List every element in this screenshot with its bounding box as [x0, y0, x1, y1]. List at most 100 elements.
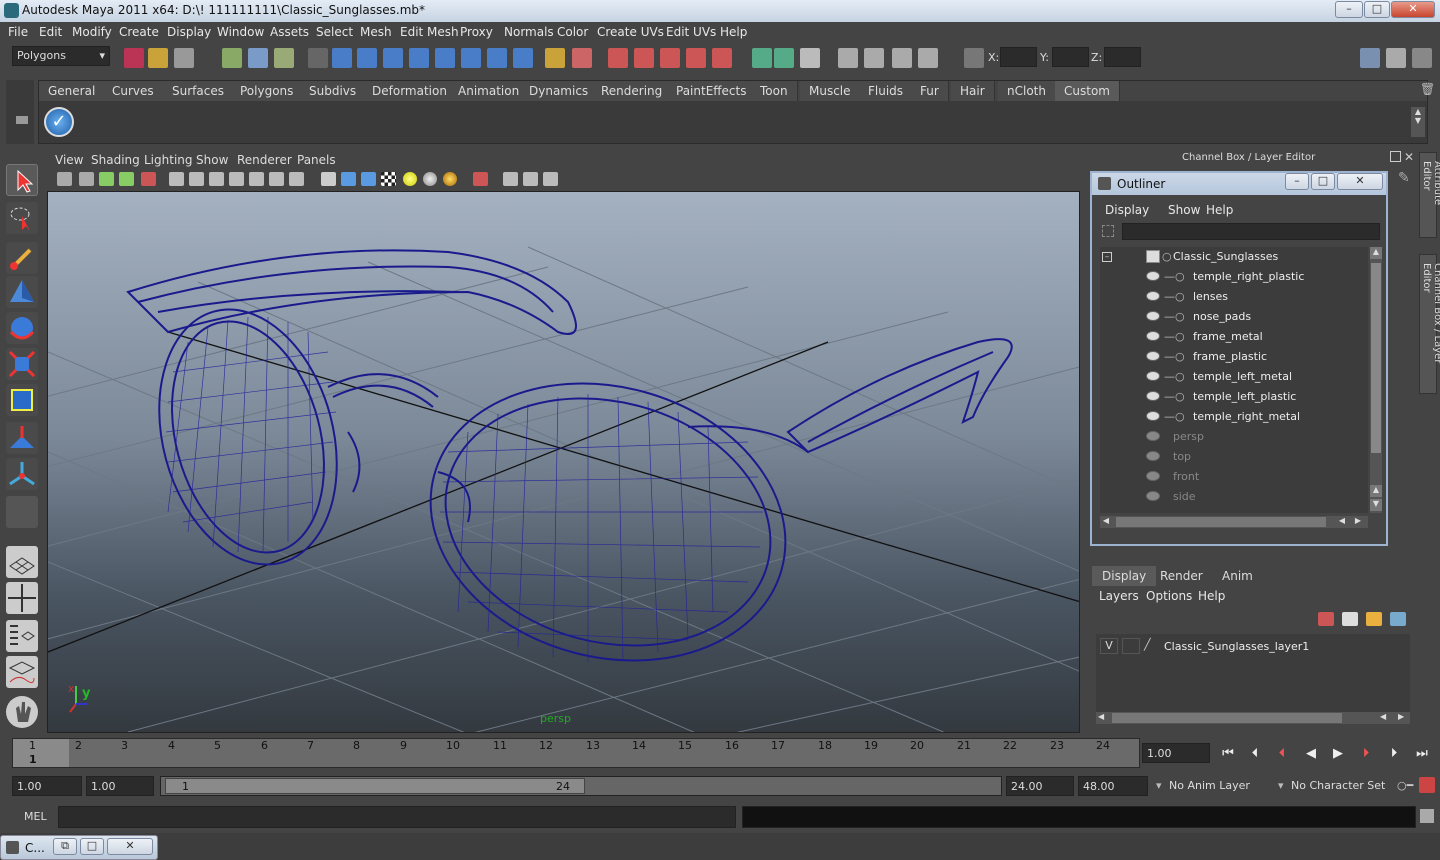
render-region-icon[interactable]: [838, 48, 858, 68]
layer-menu-options[interactable]: Options: [1146, 589, 1192, 603]
four-view-layout-icon[interactable]: [6, 582, 38, 614]
shelf-tab-muscle[interactable]: Muscle: [800, 81, 861, 101]
render-settings-icon[interactable]: [660, 48, 680, 68]
ipr-render-icon[interactable]: [634, 48, 654, 68]
shelf-tab-surfaces[interactable]: Surfaces: [163, 81, 234, 101]
menu-create-uvs[interactable]: Create UVs: [597, 25, 664, 39]
input-ops-icon[interactable]: [572, 48, 592, 68]
step-forward-key-icon[interactable]: ⏵: [1357, 746, 1375, 764]
scroll-down-icon[interactable]: ▼: [1370, 499, 1382, 511]
select-hierarchy-icon[interactable]: [222, 48, 242, 68]
h-scroll-thumb[interactable]: [1116, 517, 1326, 527]
minimize-button[interactable]: –: [1335, 1, 1363, 18]
outliner-menu-display[interactable]: Display: [1105, 203, 1149, 217]
custom-layout-icon[interactable]: [6, 696, 38, 728]
viewport-menu-shading[interactable]: Shading: [91, 153, 140, 167]
scroll-left-icon[interactable]: ◀: [1380, 712, 1386, 721]
outliner-vertical-scrollbar[interactable]: ▲ ▲ ▼: [1370, 247, 1382, 513]
new-layer-selected-icon[interactable]: [1390, 612, 1406, 626]
go-to-start-icon[interactable]: ⏮: [1219, 746, 1237, 764]
outliner-search-input[interactable]: [1122, 223, 1380, 240]
menu-window[interactable]: Window: [217, 25, 264, 39]
lock-icon[interactable]: [545, 48, 565, 68]
close-button[interactable]: ✕: [1391, 1, 1435, 18]
new-layer-icon[interactable]: [1366, 612, 1382, 626]
layer-type-toggle[interactable]: [1122, 638, 1140, 654]
camera-select-icon[interactable]: [57, 172, 72, 186]
snap-surface-icon[interactable]: [435, 48, 455, 68]
layer-horizontal-scrollbar[interactable]: ◀ ◀ ▶: [1096, 712, 1410, 724]
select-tool-icon[interactable]: [6, 164, 38, 196]
smooth-shading-icon[interactable]: [341, 172, 356, 186]
snap-curve-icon[interactable]: [357, 48, 377, 68]
attribute-editor-side-tab[interactable]: Attribute Editor: [1419, 152, 1440, 238]
attribute-editor-toggle-icon[interactable]: [1412, 48, 1432, 68]
go-to-end-icon[interactable]: ⏭: [1413, 746, 1431, 764]
xray-icon[interactable]: [503, 172, 518, 186]
shelf-tab-fluids[interactable]: Fluids: [859, 81, 914, 101]
menu-normals[interactable]: Normals: [504, 25, 554, 39]
field-chart-icon[interactable]: [249, 172, 264, 186]
y-field[interactable]: [1052, 47, 1089, 67]
move-tool-icon[interactable]: [6, 276, 38, 308]
resolution-gate-icon[interactable]: [209, 172, 224, 186]
wireframe-on-shaded-icon[interactable]: [361, 172, 376, 186]
menu-edit-uvs[interactable]: Edit UVs: [666, 25, 716, 39]
tool-settings-toggle-icon[interactable]: [1386, 48, 1406, 68]
viewport-menu-show[interactable]: Show: [196, 153, 228, 167]
outliner-maximize-button[interactable]: □: [1311, 173, 1335, 190]
menu-display[interactable]: Display: [167, 25, 211, 39]
lasso-tool-icon[interactable]: [6, 202, 38, 234]
viewport-menu-panels[interactable]: Panels: [297, 153, 336, 167]
shelf-menu-icon[interactable]: [16, 116, 28, 124]
outliner-minimize-button[interactable]: –: [1285, 173, 1309, 190]
step-back-frame-icon[interactable]: ⏴: [1246, 746, 1264, 764]
layer-menu-help[interactable]: Help: [1198, 589, 1225, 603]
share-icon[interactable]: [543, 172, 558, 186]
animation-end-field[interactable]: 48.00: [1078, 776, 1148, 796]
mask-icon[interactable]: [308, 48, 328, 68]
eyedropper-icon[interactable]: ✎: [1398, 170, 1412, 190]
grid-toggle-icon[interactable]: [169, 172, 184, 186]
move-layer-up-icon[interactable]: [1318, 612, 1334, 626]
channel-box-toggle-icon[interactable]: [1360, 48, 1380, 68]
script-editor-icon[interactable]: [1420, 809, 1434, 823]
checkmark-shelf-icon[interactable]: ✓: [44, 107, 74, 137]
transform-mode-icon[interactable]: [964, 48, 984, 68]
shelf-tab-ncloth[interactable]: nCloth: [998, 81, 1056, 101]
viewport-menu-renderer[interactable]: Renderer: [237, 153, 292, 167]
shelf-tab-custom[interactable]: Custom: [1055, 81, 1120, 101]
outliner-persp-layout-icon[interactable]: [6, 620, 38, 652]
current-time-marker[interactable]: [13, 739, 69, 767]
outliner-toggle-icon[interactable]: [800, 48, 820, 68]
playback-end-field[interactable]: 24.00: [1006, 776, 1074, 796]
menu-help[interactable]: Help: [720, 25, 747, 39]
shelf-scroll-icon[interactable]: ▲ ▼: [1411, 107, 1425, 137]
shelf-tab-painteffects[interactable]: PaintEffects: [667, 81, 757, 101]
safe-title-icon[interactable]: [289, 172, 304, 186]
snapshot-icon[interactable]: [864, 48, 884, 68]
step-back-key-icon[interactable]: ⏴: [1273, 746, 1291, 764]
empty-tool-slot[interactable]: [6, 496, 38, 528]
viewport-menu-view[interactable]: View: [55, 153, 83, 167]
manipulator-tool-icon[interactable]: [6, 384, 38, 416]
layer-tab-anim[interactable]: Anim: [1212, 566, 1263, 586]
shelf-tab-subdivs[interactable]: Subdivs: [300, 81, 367, 101]
viewport-menu-lighting[interactable]: Lighting: [144, 153, 193, 167]
construction-history-icon[interactable]: [752, 48, 772, 68]
layer-tab-display[interactable]: Display: [1092, 566, 1157, 586]
menu-assets[interactable]: Assets: [270, 25, 309, 39]
shelf-tab-hair[interactable]: Hair: [951, 81, 995, 101]
scroll-up-icon[interactable]: ▲: [1370, 485, 1382, 497]
snap-plane-icon[interactable]: [409, 48, 429, 68]
perspective-viewport[interactable]: y x persp: [47, 191, 1080, 733]
mel-label[interactable]: MEL: [24, 810, 47, 823]
animation-start-field[interactable]: 1.00: [12, 776, 82, 796]
bookmark-icon[interactable]: [99, 172, 114, 186]
shelf-tab-polygons[interactable]: Polygons: [231, 81, 304, 101]
shelf-tab-general[interactable]: General: [39, 81, 106, 101]
wireframe-shading-icon[interactable]: [321, 172, 336, 186]
scroll-left-icon[interactable]: ◀: [1098, 712, 1104, 721]
hypershade-icon[interactable]: [686, 48, 706, 68]
menu-select[interactable]: Select: [316, 25, 353, 39]
